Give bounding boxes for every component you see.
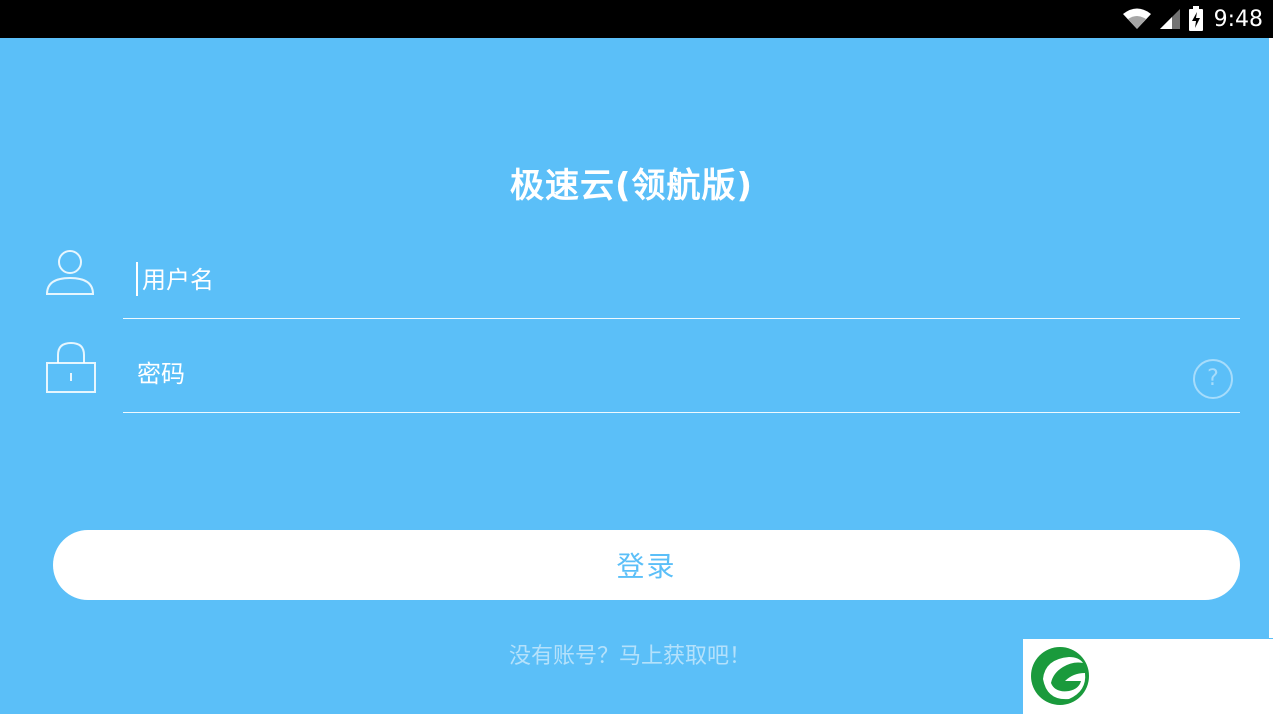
password-underline xyxy=(123,412,1240,413)
login-screen: 9:48 极速云(领航版) ? 登录 没有账号？马上获取吧！ xyxy=(0,0,1273,714)
user-icon xyxy=(45,250,95,295)
status-bar: 9:48 xyxy=(0,0,1273,38)
password-help-button[interactable]: ? xyxy=(1193,359,1233,399)
screen-edge xyxy=(1269,38,1273,638)
battery-charging-icon xyxy=(1188,6,1203,31)
login-button[interactable]: 登录 xyxy=(53,530,1240,600)
username-input[interactable] xyxy=(142,264,1232,296)
app-title: 极速云(领航版) xyxy=(509,166,754,206)
text-cursor xyxy=(136,262,138,296)
wifi-icon xyxy=(1122,8,1151,29)
status-time: 9:48 xyxy=(1213,6,1263,32)
username-underline xyxy=(123,318,1240,319)
logo-overlay xyxy=(1023,639,1273,714)
green-leaf-logo-icon xyxy=(1031,647,1089,705)
password-input[interactable] xyxy=(137,358,1177,390)
signal-icon xyxy=(1159,9,1180,29)
status-icons: 9:48 xyxy=(1122,0,1263,38)
lock-icon xyxy=(46,341,96,393)
